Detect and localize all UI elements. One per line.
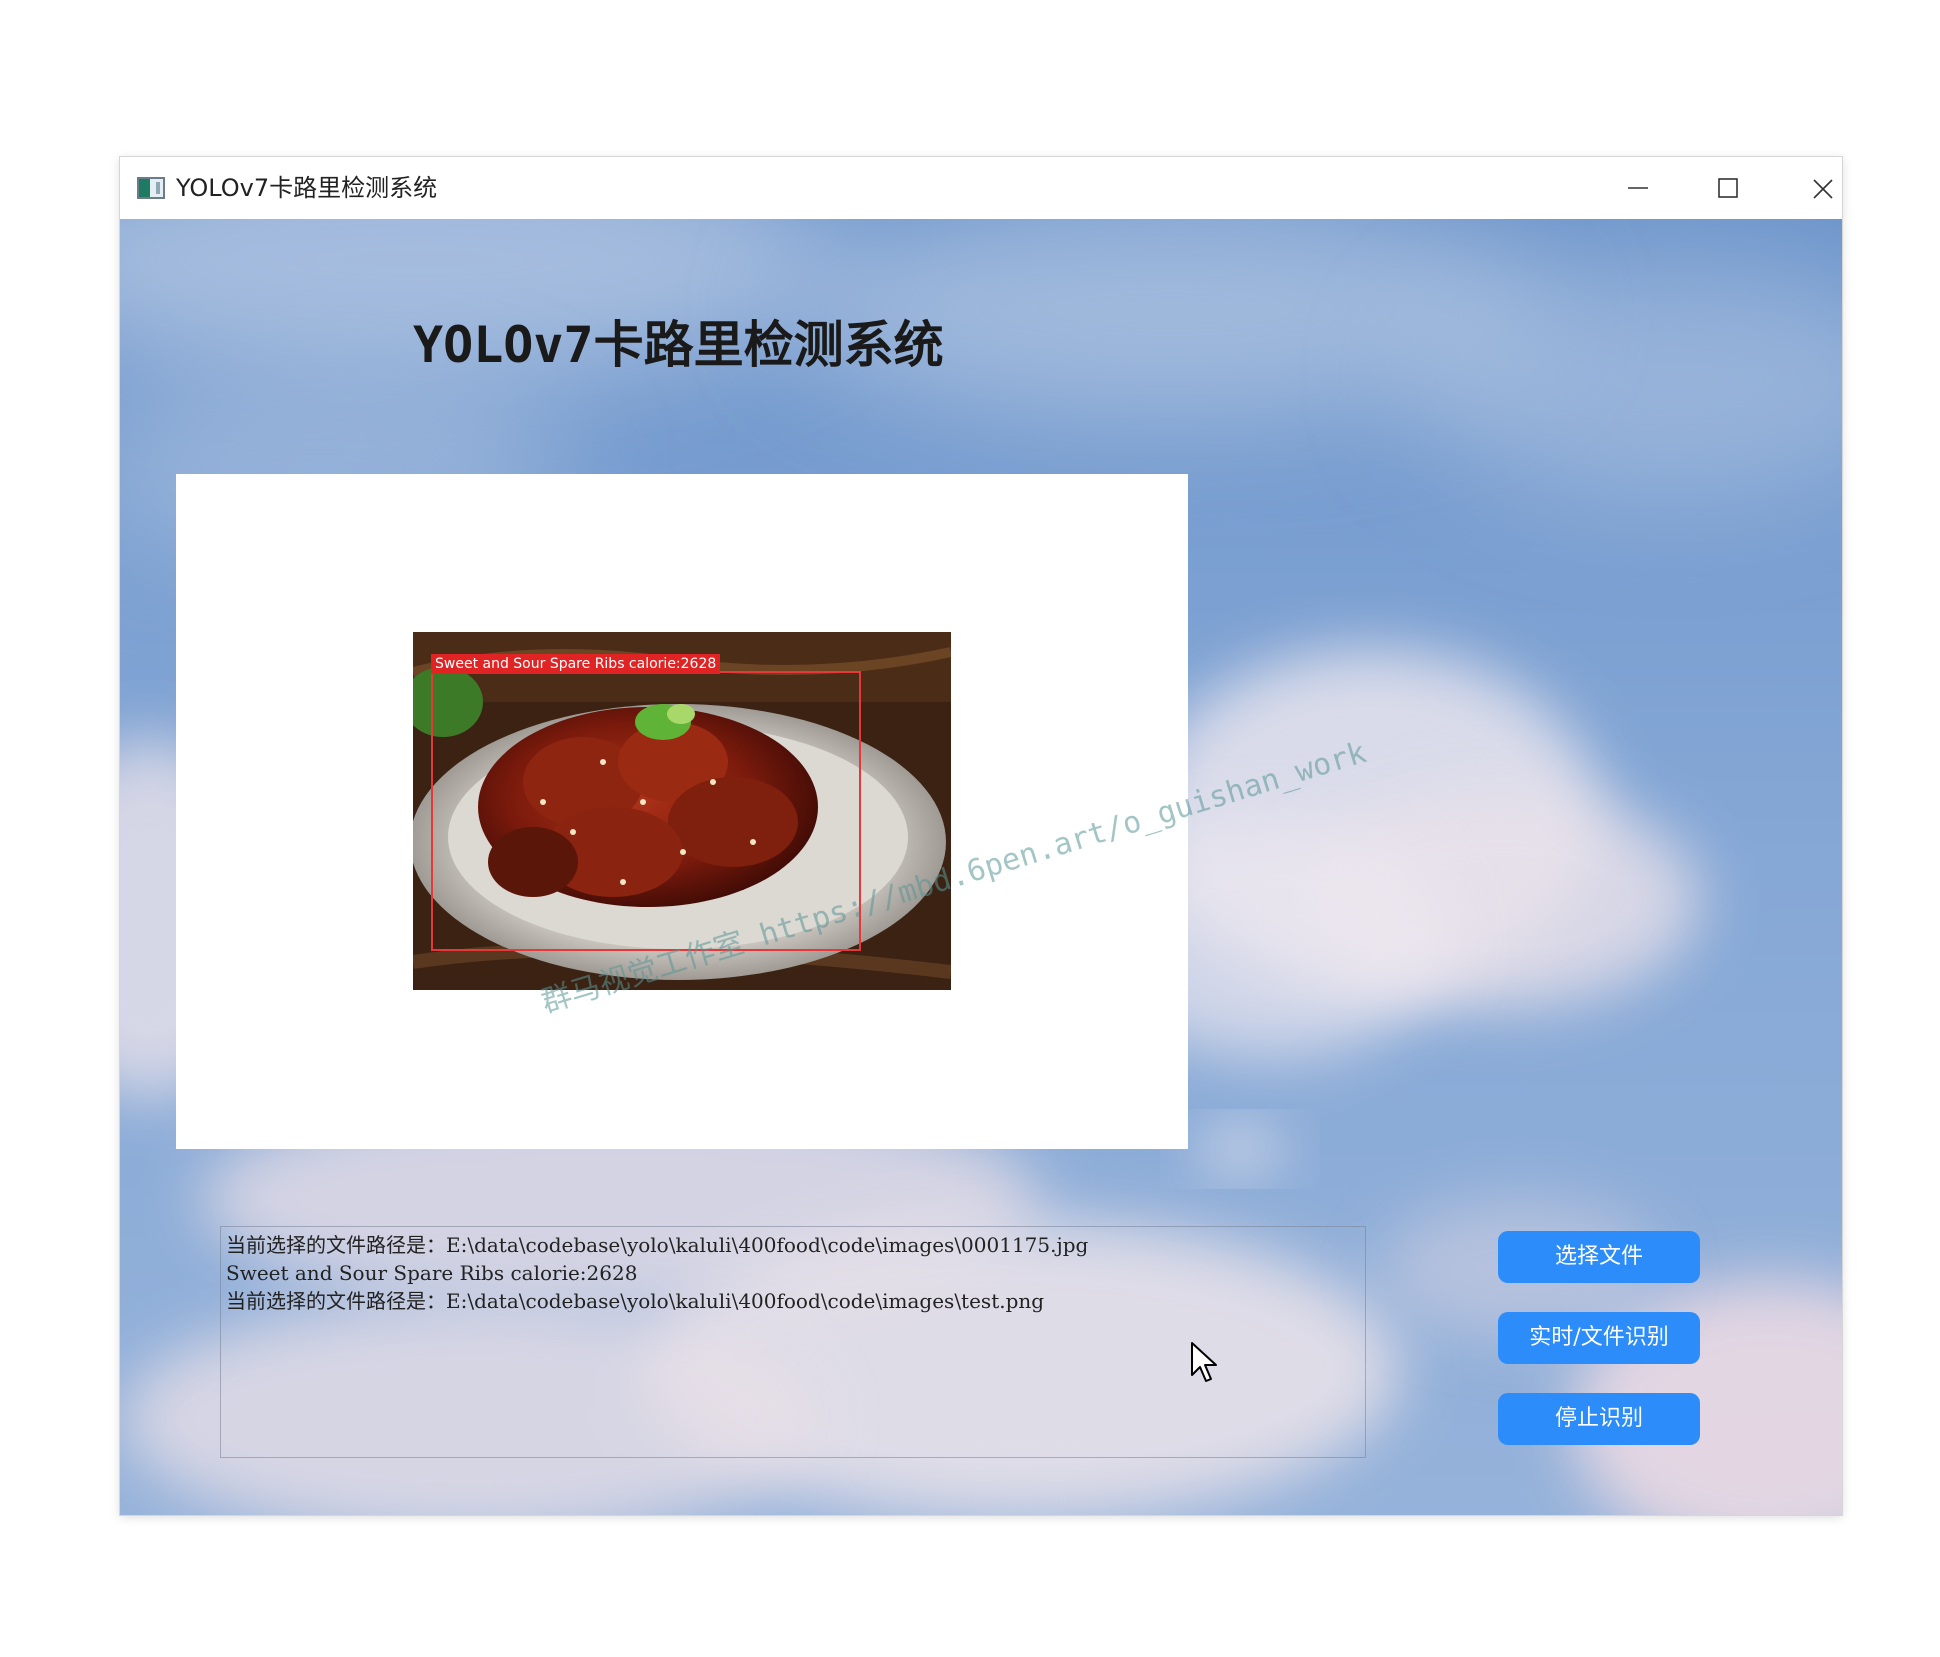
main-content: YOLOv7卡路里检测系统 Sweet and Sour Spare Ribs … — [120, 219, 1842, 1515]
page-heading: YOLOv7卡路里检测系统 — [413, 316, 944, 374]
realtime-detect-button[interactable]: 实时/文件识别 — [1498, 1312, 1700, 1364]
detection-label: Sweet and Sour Spare Ribs calorie:2628 — [431, 654, 721, 674]
log-line: 当前选择的文件路径是：E:\data\codebase\yolo\kaluli\… — [226, 1289, 1045, 1313]
maximize-icon — [1718, 178, 1738, 198]
select-file-button[interactable]: 选择文件 — [1498, 1231, 1700, 1283]
stop-detect-button[interactable]: 停止识别 — [1498, 1393, 1700, 1445]
log-line: 当前选择的文件路径是：E:\data\codebase\yolo\kaluli\… — [226, 1233, 1089, 1257]
minimize-icon — [1628, 187, 1648, 189]
close-button[interactable] — [1788, 167, 1858, 209]
maximize-button[interactable] — [1693, 167, 1763, 209]
log-line: Sweet and Sour Spare Ribs calorie:2628 — [226, 1261, 638, 1285]
window-title: YOLOv7卡路里检测系统 — [176, 174, 438, 202]
minimize-button[interactable] — [1603, 167, 1673, 209]
mouse-cursor-icon — [1191, 1342, 1217, 1382]
close-icon — [1813, 179, 1833, 199]
detection-result-image: Sweet and Sour Spare Ribs calorie:2628 — [413, 632, 951, 990]
image-display-panel: Sweet and Sour Spare Ribs calorie:2628 — [176, 474, 1188, 1149]
app-window: YOLOv7卡路里检测系统 YOLOv7卡路里检测系统 Sweet and So… — [120, 157, 1842, 1515]
app-window-icon — [137, 177, 165, 199]
detection-bounding-box — [431, 671, 861, 951]
title-bar[interactable]: YOLOv7卡路里检测系统 — [120, 157, 1842, 219]
